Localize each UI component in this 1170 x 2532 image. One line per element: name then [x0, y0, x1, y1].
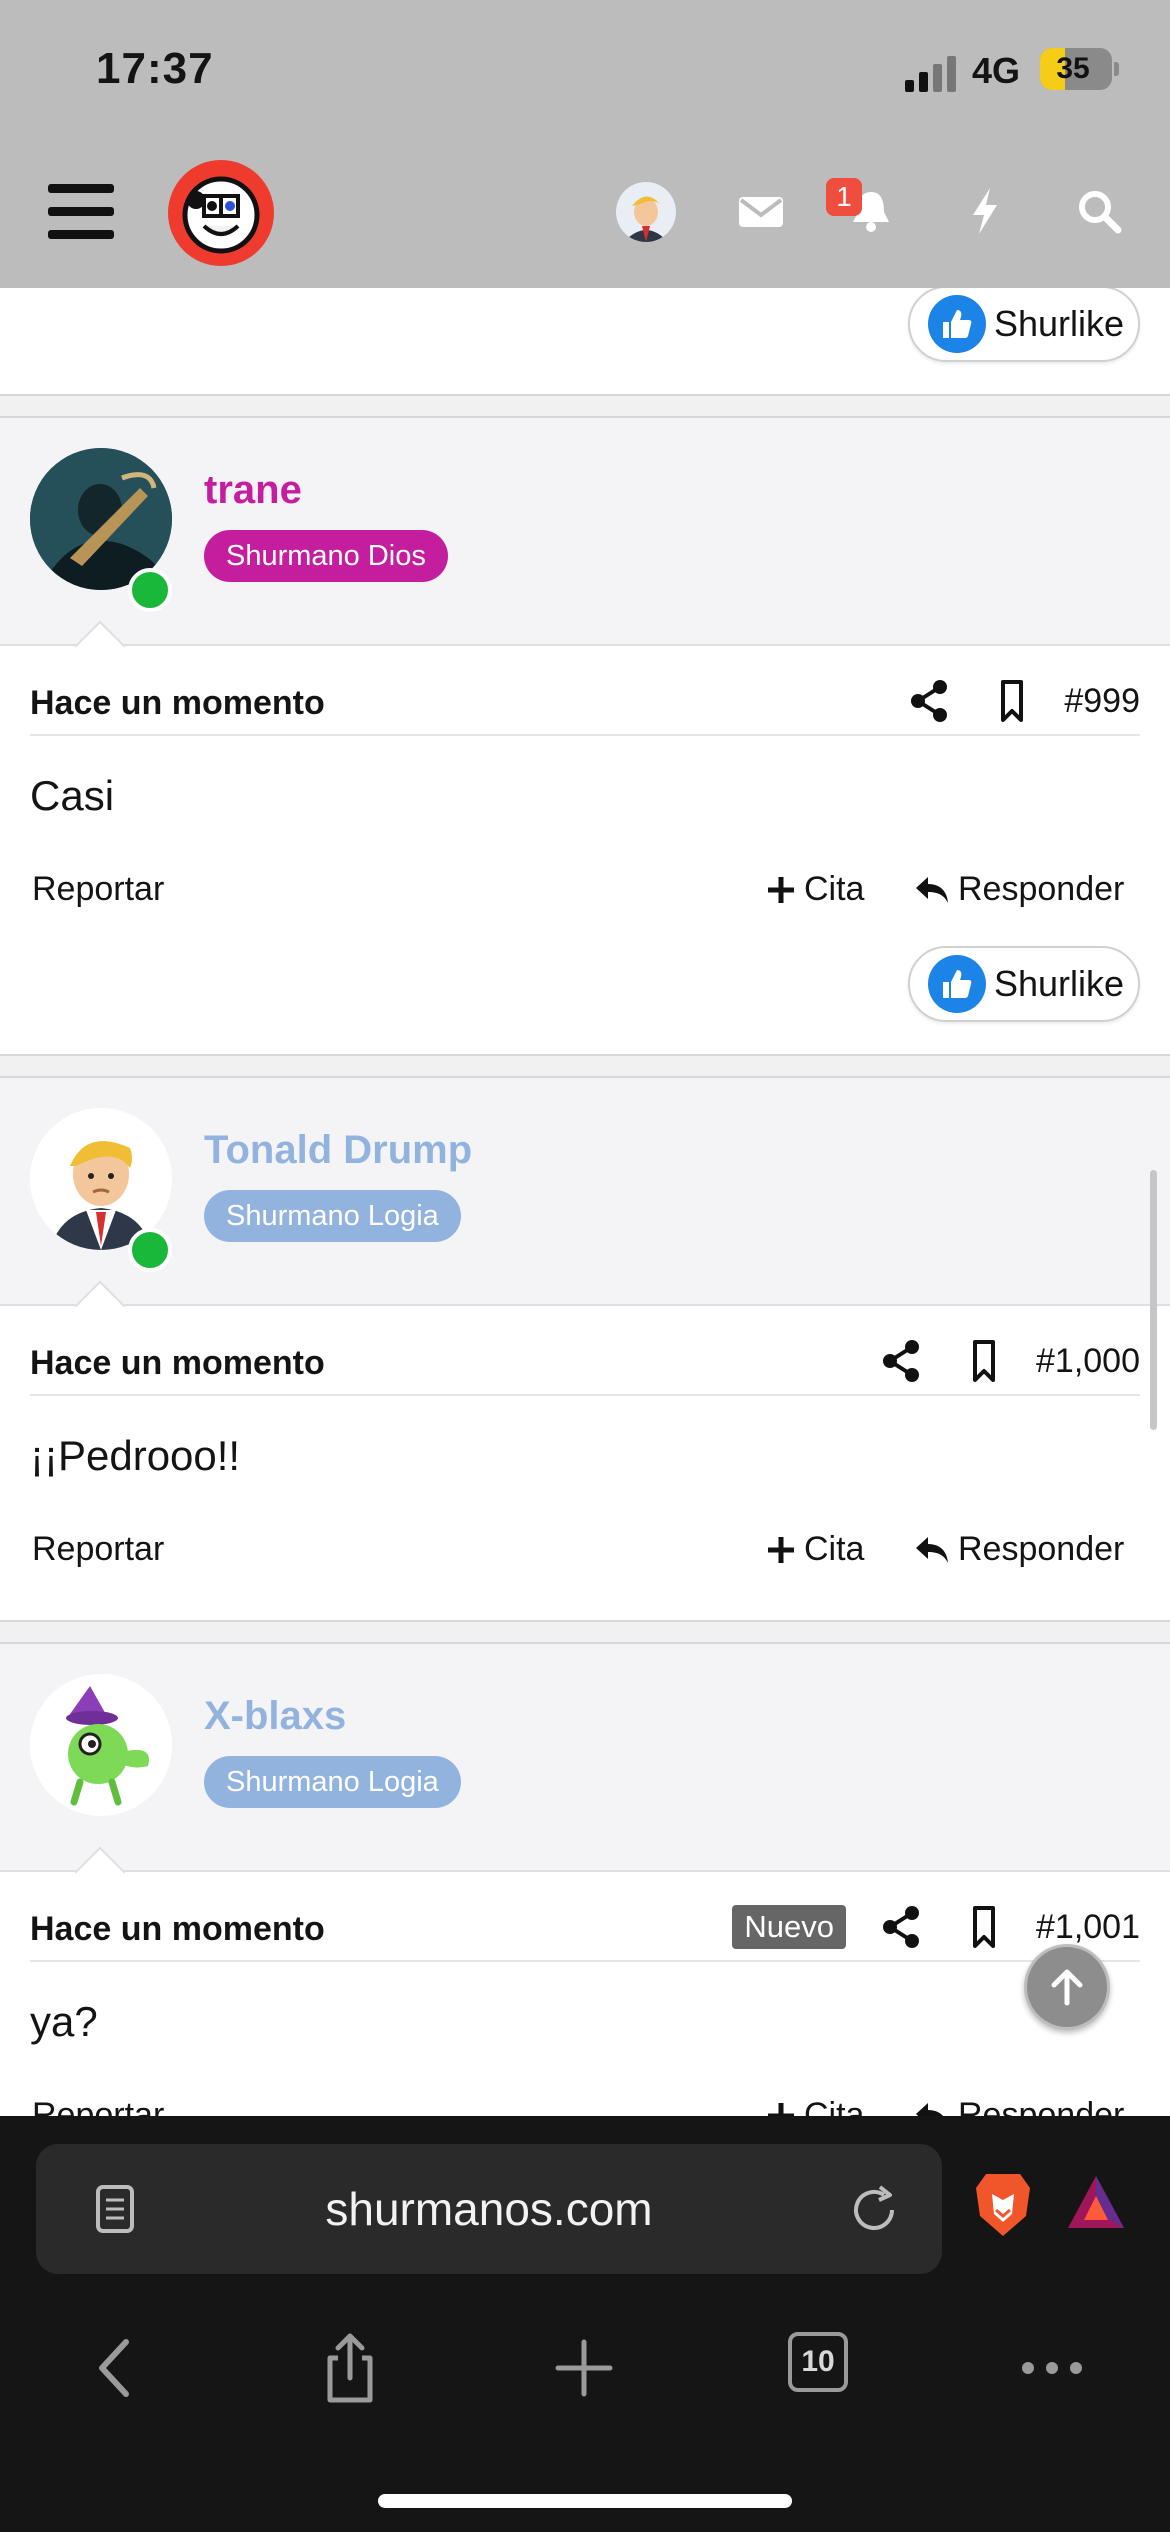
reload-icon[interactable]: [846, 2182, 902, 2238]
brave-lion-icon[interactable]: [972, 2170, 1034, 2240]
post-separator: [0, 1054, 1170, 1078]
url-text[interactable]: shurmanos.com: [36, 2144, 942, 2274]
post-actions: Reportar Cita Responder: [30, 1530, 1140, 1580]
post-time[interactable]: Hace un momento: [30, 1910, 325, 1949]
reply-icon: [916, 1536, 948, 1563]
signal-icon: [905, 56, 959, 92]
like-button[interactable]: Shurlike: [908, 946, 1140, 1022]
quote-button[interactable]: Cita: [766, 1530, 864, 1569]
post-body: Casi: [30, 772, 115, 819]
post-number[interactable]: #1,000: [1036, 1342, 1140, 1381]
battery-level: 35: [1056, 52, 1090, 85]
user-avatar[interactable]: [616, 182, 676, 242]
rank-badge: Shurmano Logia: [204, 1756, 461, 1808]
share-icon[interactable]: [876, 1904, 928, 1950]
envelope-icon[interactable]: [736, 186, 786, 236]
site-logo[interactable]: [168, 160, 274, 266]
like-button[interactable]: Shurlike: [908, 286, 1140, 362]
bookmark-icon[interactable]: [986, 678, 1038, 724]
reply-button[interactable]: Responder: [914, 1530, 1124, 1569]
report-label: Reportar: [32, 1530, 165, 1568]
like-label: Shurlike: [994, 303, 1125, 344]
thumbs-up-icon: [928, 955, 986, 1013]
reply-label: Responder: [958, 870, 1125, 908]
more-icon[interactable]: [1012, 2328, 1092, 2408]
post-actions: Reportar Cita Responder: [30, 870, 1140, 920]
quote-label: Cita: [804, 870, 865, 908]
notification-badge: 1: [826, 178, 862, 216]
tabs-count: 10: [788, 2332, 848, 2392]
brave-rewards-icon[interactable]: [1064, 2172, 1128, 2232]
post-separator: [0, 394, 1170, 418]
report-link[interactable]: Reportar: [32, 1530, 164, 1569]
post-time[interactable]: Hace un momento: [30, 1344, 325, 1383]
online-indicator: [128, 1228, 172, 1272]
rank-badge: Shurmano Dios: [204, 530, 448, 582]
post-separator: [0, 1620, 1170, 1644]
online-indicator: [128, 568, 172, 612]
report-link[interactable]: Reportar: [32, 870, 164, 909]
lightning-icon[interactable]: [960, 186, 1010, 236]
quote-label: Cita: [804, 1530, 865, 1568]
scrollbar[interactable]: [1150, 1170, 1157, 1430]
thumbs-up-icon: [928, 295, 986, 353]
like-label: Shurlike: [994, 963, 1125, 1004]
share-sheet-icon[interactable]: [310, 2328, 390, 2408]
search-icon[interactable]: [1074, 186, 1124, 236]
report-label: Reportar: [32, 870, 165, 908]
post-meta: Hace un momento Nuevo #1,001: [30, 1892, 1140, 1962]
share-icon[interactable]: [904, 678, 956, 724]
username[interactable]: trane: [204, 468, 302, 513]
rank-badge: Shurmano Logia: [204, 1190, 461, 1242]
scroll-to-top-button[interactable]: [1024, 1944, 1110, 2030]
bookmark-icon[interactable]: [958, 1338, 1010, 1384]
post-header: [0, 1078, 1170, 1306]
post-number[interactable]: #999: [1064, 682, 1140, 721]
tabs-button[interactable]: 10: [788, 2332, 868, 2412]
reply-label: Responder: [958, 1530, 1125, 1568]
browser-toolbar: shurmanos.com 10: [0, 2116, 1170, 2532]
username[interactable]: X-blaxs: [204, 1694, 346, 1739]
reply-icon: [916, 876, 948, 903]
home-indicator[interactable]: [378, 2494, 792, 2508]
new-badge: Nuevo: [732, 1905, 846, 1949]
post-time[interactable]: Hace un momento: [30, 684, 325, 723]
top-bar: 17:37 4G 35 1: [0, 0, 1170, 288]
post-header: [0, 1644, 1170, 1872]
back-icon[interactable]: [78, 2328, 158, 2408]
battery-nub: [1114, 62, 1119, 76]
arrow-up-icon: [1051, 1969, 1083, 2006]
quote-button[interactable]: Cita: [766, 870, 864, 909]
bookmark-icon[interactable]: [958, 1904, 1010, 1950]
post-meta: Hace un momento #1,000: [30, 1326, 1140, 1396]
status-time: 17:37: [96, 44, 214, 93]
post-body: ¡¡Pedrooo!!: [30, 1432, 241, 1479]
address-bar[interactable]: shurmanos.com: [36, 2144, 942, 2274]
plus-icon: [768, 876, 794, 903]
menu-icon[interactable]: [48, 184, 114, 240]
share-icon[interactable]: [876, 1338, 928, 1384]
network-type: 4G: [972, 50, 1021, 91]
plus-icon: [768, 1536, 794, 1563]
reply-button[interactable]: Responder: [914, 870, 1124, 909]
post-body: ya?: [30, 1998, 98, 2045]
new-tab-icon[interactable]: [544, 2328, 624, 2408]
post-meta: Hace un momento #999: [30, 666, 1140, 736]
post-header: [0, 418, 1170, 646]
battery-icon: 35: [1040, 48, 1112, 90]
avatar[interactable]: [30, 1674, 172, 1816]
post-number[interactable]: #1,001: [1036, 1908, 1140, 1947]
username[interactable]: Tonald Drump: [204, 1128, 472, 1173]
